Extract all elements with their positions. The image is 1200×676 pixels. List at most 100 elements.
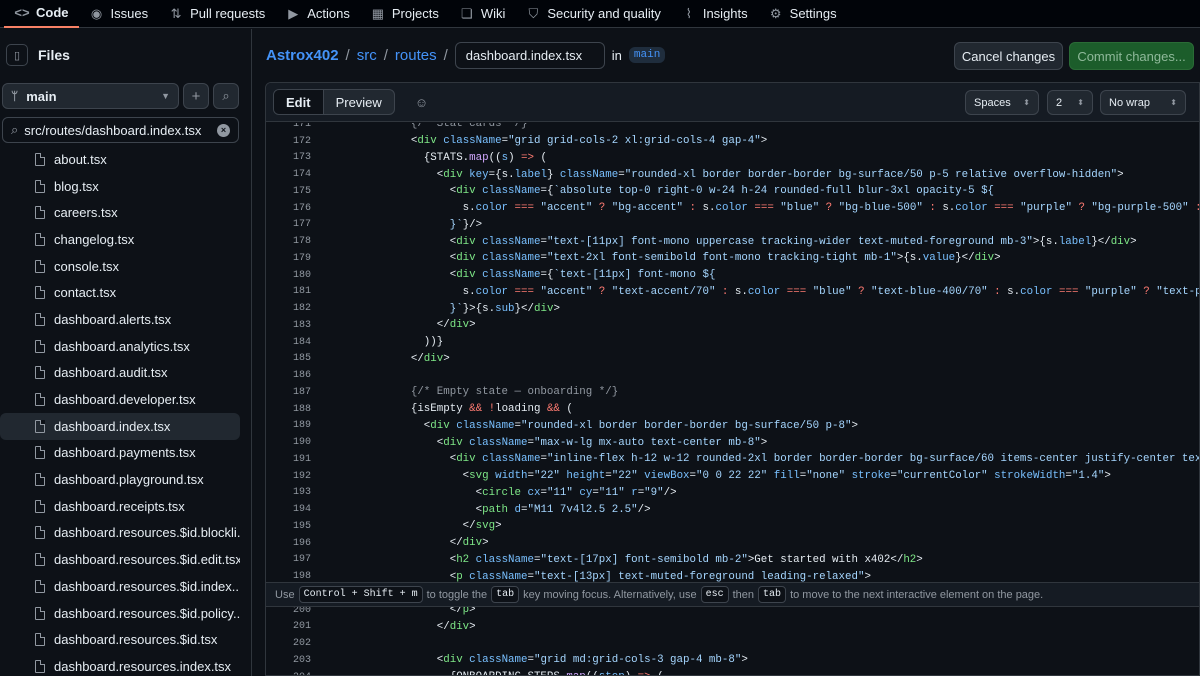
file-name: dashboard.resources.$id.policy.... (54, 605, 240, 621)
nav-tab-settings[interactable]: ⚙ Settings (758, 0, 847, 28)
branch-name: main (26, 88, 57, 104)
shield-icon: ⛉ (528, 5, 539, 21)
file-tree-item[interactable]: dashboard.resources.$id.blockli... (0, 520, 240, 547)
file-tree-item[interactable]: contact.tsx (0, 279, 240, 306)
plus-icon: + (191, 87, 201, 105)
nav-tab-issues[interactable]: ◉ Issues (79, 0, 159, 28)
caret-down-icon: ▼ (161, 91, 170, 101)
code-line: 171 {/* Stat cards */} (266, 123, 528, 133)
sidebar-collapse-icon[interactable]: ▯ (6, 44, 28, 66)
file-tree-item[interactable]: dashboard.resources.$id.edit.tsx (0, 546, 240, 573)
file-tree-item[interactable]: dashboard.analytics.tsx (0, 333, 240, 360)
search-files-button[interactable]: ⌕ (213, 83, 239, 109)
nav-tab-code[interactable]: <> Code (4, 0, 79, 28)
code-text: <div key={s.label} className="rounded-xl… (359, 168, 1124, 181)
file-icon (35, 419, 45, 433)
file-icon (35, 526, 45, 540)
git-branch-icon: ᛘ (11, 89, 19, 103)
code-text: <path d="M11 7v4l2.5 2.5"/> (359, 503, 651, 516)
nav-tab-label: Wiki (480, 6, 506, 21)
code-text: {STATS.map((s) => ( (359, 151, 547, 164)
line-number: 185 (292, 353, 311, 365)
file-tree-item[interactable]: careers.tsx (0, 199, 240, 226)
file-tree-item[interactable]: dashboard.audit.tsx (0, 360, 240, 387)
hint-text: to move to the next interactive element … (790, 588, 1044, 601)
file-tree-item[interactable]: changelog.tsx (0, 226, 240, 253)
line-number: 204 (266, 672, 311, 675)
breadcrumb-repo[interactable]: Astrox402 (266, 47, 339, 64)
nav-tab-pull-requests[interactable]: ⇅ Pull requests (158, 0, 275, 28)
nav-tab-insights[interactable]: ⌇ Insights (671, 0, 758, 28)
file-name: changelog.tsx (54, 231, 135, 247)
file-tree-item[interactable]: dashboard.resources.$id.tsx (0, 626, 240, 653)
file-tree-item[interactable]: dashboard.resources.$id.index.... (0, 573, 240, 600)
code-text: s.color === "accent" ? "bg-accent" : s.c… (359, 202, 1199, 215)
line-number: 202 (292, 638, 311, 650)
breadcrumb-src[interactable]: src (357, 47, 377, 64)
commit-changes-button[interactable]: Commit changes... (1069, 42, 1194, 70)
add-file-button[interactable]: + (183, 83, 209, 109)
search-icon: ⌕ (11, 122, 19, 137)
wrap-mode-select[interactable]: No wrap ⬍ (1100, 90, 1186, 115)
file-icon (35, 659, 45, 673)
file-tree-item[interactable]: dashboard.index.tsx (0, 412, 240, 440)
line-number: 194 (292, 504, 311, 516)
code-line: 176 s.color === "accent" ? "bg-accent" :… (266, 200, 1199, 217)
line-number: 171 (292, 123, 311, 130)
tab-edit[interactable]: Edit (274, 90, 324, 114)
line-number: 176 (292, 202, 311, 214)
nav-tab-label: Actions (307, 6, 350, 21)
nav-tab-wiki[interactable]: ❏ Wiki (449, 0, 516, 28)
copilot-icon[interactable]: ☺ (415, 95, 428, 110)
file-tree-item[interactable]: dashboard.payments.tsx (0, 440, 240, 467)
keyboard-hint-bar: Use Control + Shift + m to toggle the ta… (266, 582, 1199, 607)
tab-preview[interactable]: Preview (324, 90, 394, 114)
code-icon: <> (14, 5, 30, 20)
nav-tab-actions[interactable]: ▶ Actions (275, 0, 360, 28)
file-list: about.tsx blog.tsx careers.tsx changelog.ts… (0, 146, 252, 676)
file-tree-item[interactable]: dashboard.resources.index.tsx (0, 653, 240, 676)
filename-input[interactable]: dashboard.index.tsx (454, 41, 605, 69)
select-arrows-icon: ⬍ (1023, 98, 1030, 107)
file-tree-item[interactable]: console.tsx (0, 253, 240, 280)
nav-tab-label: Insights (702, 6, 748, 21)
main-panel: Astrox402 / src / routes / dashboard.ind… (253, 29, 1200, 676)
code-line: 172 <div className="grid grid-cols-2 xl:… (266, 133, 767, 150)
indent-mode-select[interactable]: Spaces ⬍ (965, 90, 1039, 115)
file-tree-item[interactable]: dashboard.resources.$id.policy.... (0, 600, 240, 627)
line-number: 198 (292, 571, 311, 583)
file-tree-item[interactable]: about.tsx (0, 146, 240, 173)
code-line: 184 ))} (266, 334, 443, 351)
file-tree-item[interactable]: dashboard.receipts.tsx (0, 493, 240, 520)
clear-icon[interactable]: × (217, 123, 230, 137)
code-text: {ONBOARDING_STEPS.map((step) => ( (311, 671, 664, 675)
line-number: 189 (292, 420, 311, 432)
file-name: console.tsx (54, 258, 120, 274)
file-tree-item[interactable]: blog.tsx (0, 173, 240, 200)
code-text: <p className="text-[13px] text-muted-for… (359, 570, 871, 583)
file-icon (35, 393, 45, 407)
hint-kbd: Control + Shift + m (298, 586, 423, 603)
file-tree-item[interactable]: dashboard.developer.tsx (0, 386, 240, 413)
code-editor: Edit Preview ☺ Spaces ⬍ 2 ⬍ No wrap ⬍ 171 {… (265, 82, 1200, 676)
code-text: <div className="grid md:grid-cols-3 gap-… (359, 654, 748, 667)
file-icon (35, 366, 45, 380)
code-text: <div className="text-2xl font-semibold f… (359, 252, 1001, 265)
file-search-input[interactable]: ⌕ src/routes/dashboard.index.tsx × (2, 117, 239, 143)
breadcrumb-separator: / (383, 46, 388, 64)
nav-tab-projects[interactable]: ▦ Projects (360, 0, 449, 28)
book-icon: ❏ (461, 5, 473, 21)
cancel-changes-button[interactable]: Cancel changes (954, 42, 1063, 70)
file-name: dashboard.resources.$id.index.... (54, 578, 240, 594)
code-text: </div> (359, 537, 489, 550)
breadcrumb-routes[interactable]: routes (395, 47, 437, 64)
nav-tab-security-and-quality[interactable]: ⛉ Security and quality (515, 0, 670, 28)
file-name: dashboard.analytics.tsx (54, 338, 190, 354)
indent-size-select[interactable]: 2 ⬍ (1047, 90, 1093, 115)
file-name: dashboard.developer.tsx (54, 392, 196, 408)
file-tree-item[interactable]: dashboard.playground.tsx (0, 466, 240, 493)
branch-selector[interactable]: ᛘ main ▼ (2, 83, 179, 109)
code-line: 177 }`}/> (266, 217, 482, 234)
file-tree-item[interactable]: dashboard.alerts.tsx (0, 306, 240, 333)
code-line: 194 <path d="M11 7v4l2.5 2.5"/> (266, 501, 651, 518)
